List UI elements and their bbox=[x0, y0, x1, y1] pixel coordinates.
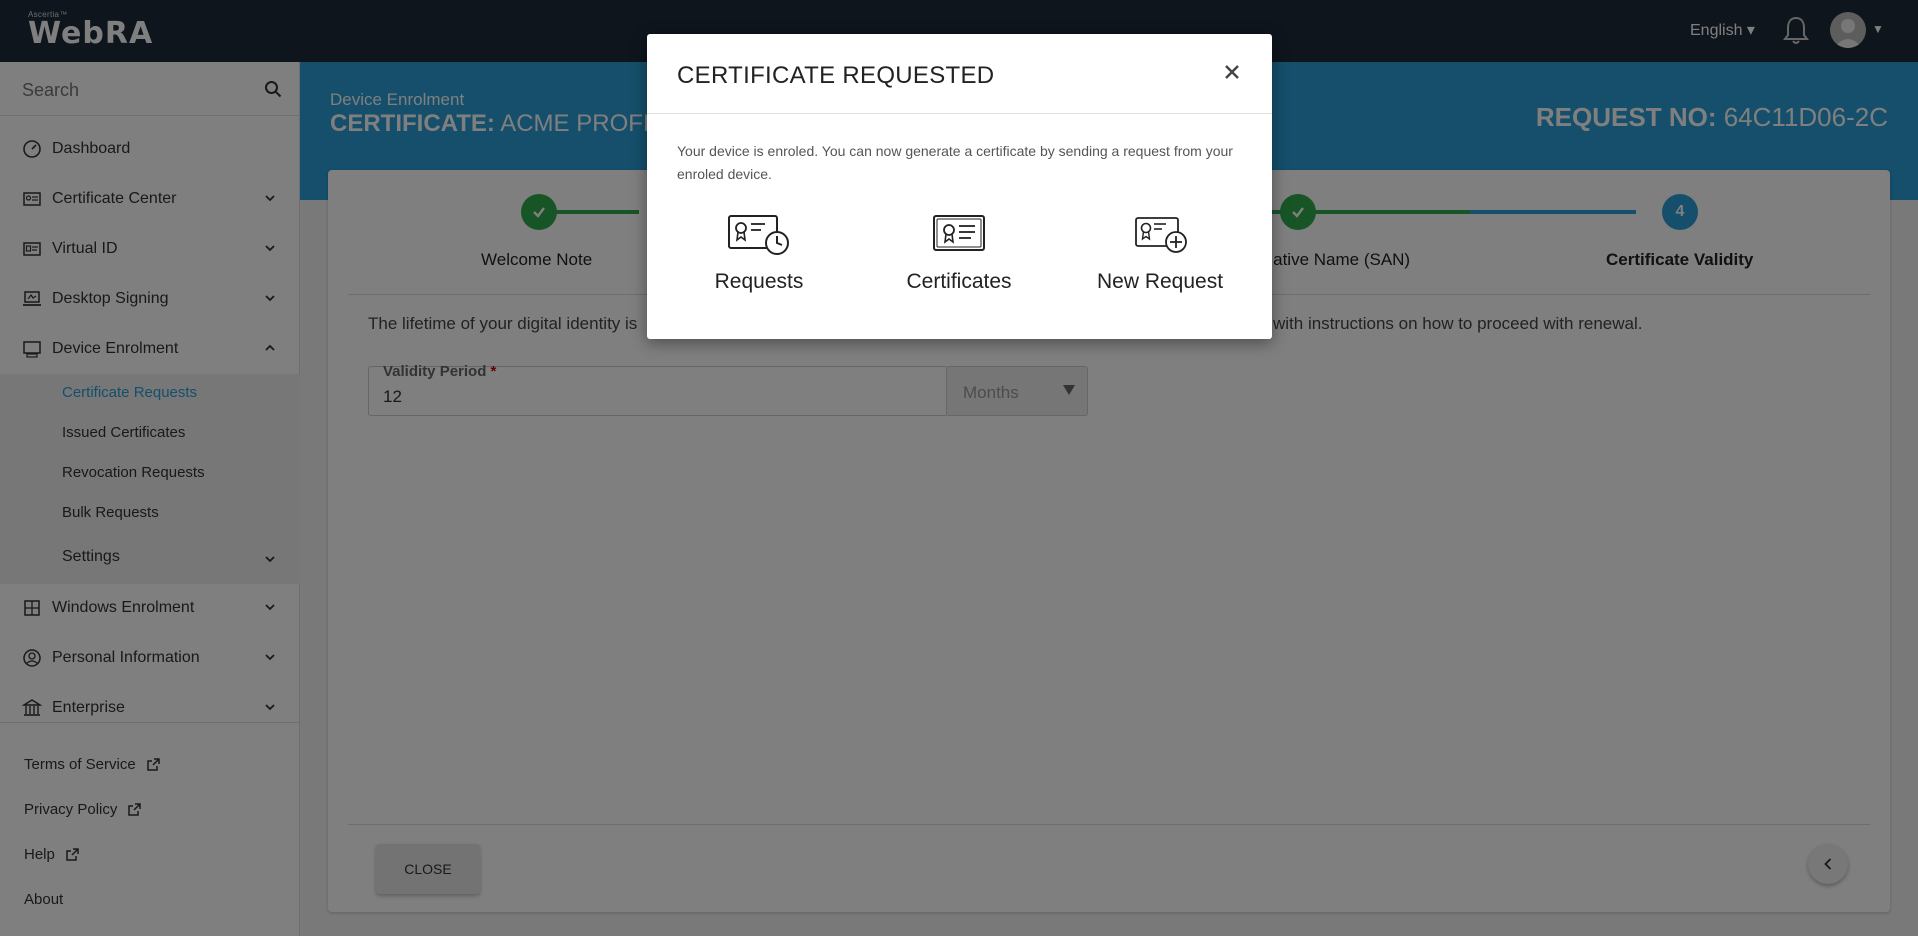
option-label: Certificates bbox=[906, 270, 1012, 293]
close-icon[interactable] bbox=[1222, 62, 1242, 82]
dialog-message: Your device is enroled. You can now gene… bbox=[677, 143, 1233, 182]
new-request-option[interactable]: New Request bbox=[1080, 212, 1240, 312]
certificates-option[interactable]: Certificates bbox=[879, 212, 1039, 312]
option-label: New Request bbox=[1096, 270, 1224, 293]
certificate-add-icon bbox=[1135, 217, 1187, 253]
certificate-clock-icon bbox=[728, 215, 789, 255]
option-label: Requests bbox=[714, 270, 804, 293]
dialog-header: CERTIFICATE REQUESTED bbox=[647, 34, 1272, 114]
dialog-title: CERTIFICATE REQUESTED bbox=[677, 62, 995, 89]
certificate-icon bbox=[933, 215, 985, 251]
requests-option[interactable]: Requests bbox=[679, 212, 839, 312]
certificate-requested-dialog: CERTIFICATE REQUESTED Your device is enr… bbox=[647, 34, 1272, 339]
